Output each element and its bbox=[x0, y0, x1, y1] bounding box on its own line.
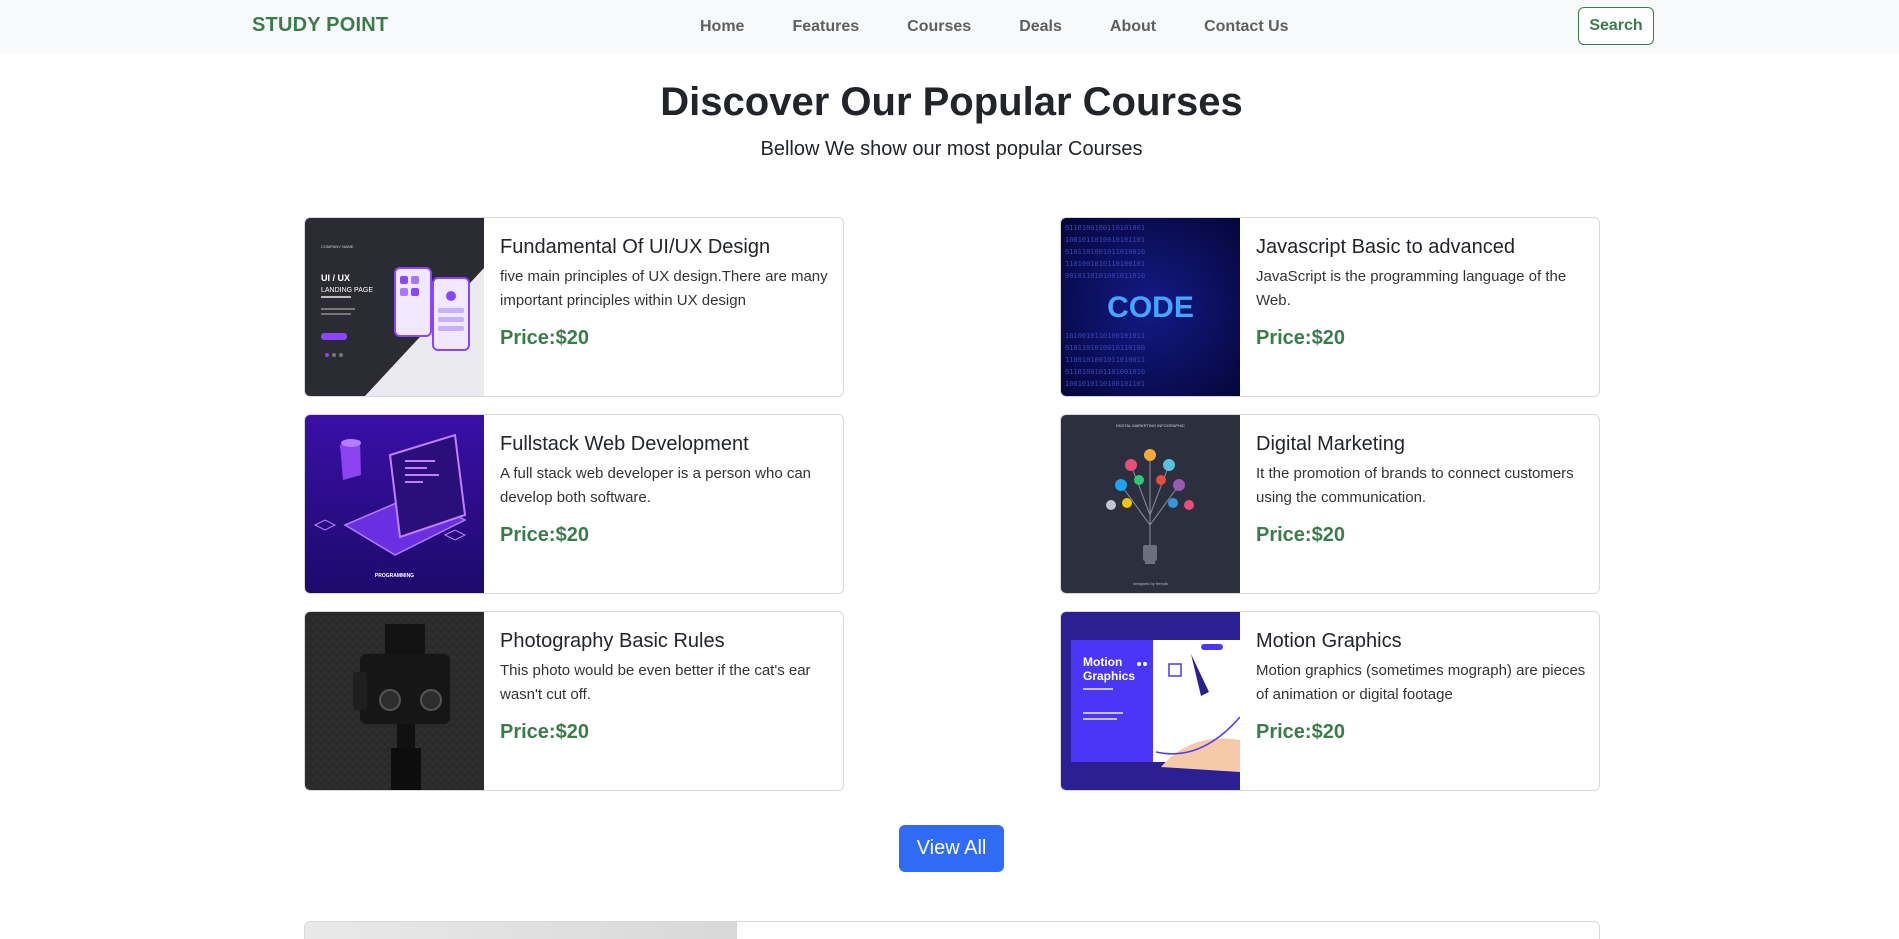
course-description: JavaScript is the programming language o… bbox=[1256, 268, 1567, 309]
course-card-photography[interactable]: Photography Basic Rules This photo would… bbox=[304, 611, 844, 791]
course-card-motion-graphics[interactable]: Motion Graphics Motion Graphics Motion g… bbox=[1060, 611, 1600, 791]
motion-graphics-hand-thumbnail: Motion Graphics bbox=[1061, 612, 1240, 790]
search-button[interactable]: Search bbox=[1578, 7, 1654, 45]
nav-link-home[interactable]: Home bbox=[700, 18, 744, 36]
page-title: Discover Our Popular Courses bbox=[660, 80, 1243, 124]
thumb-line2-text: Graphics bbox=[1083, 669, 1135, 683]
page-subtitle: Bellow We show our most popular Courses bbox=[760, 138, 1143, 160]
course-price: Price:$20 bbox=[1256, 327, 1345, 349]
isometric-laptop-thumbnail: PROGRAMMING bbox=[305, 415, 484, 593]
course-title[interactable]: Digital Marketing bbox=[1256, 431, 1586, 457]
course-card-javascript[interactable]: 0110100100110101001 1001011010010101101 … bbox=[1060, 217, 1600, 397]
thumb-line1-text: Motion bbox=[1083, 655, 1122, 669]
svg-text:1001011010010101101: 1001011010010101101 bbox=[1065, 236, 1145, 244]
course-description: A full stack web developer is a person w… bbox=[500, 465, 812, 506]
card-body: Fundamental Of UI/UX Design five main pr… bbox=[500, 234, 830, 350]
svg-text:1010010110100101011: 1010010110100101011 bbox=[1065, 332, 1145, 340]
next-section-card bbox=[304, 921, 1600, 939]
thumb-heading-text: UI / UX bbox=[321, 273, 350, 283]
nav-links: Home Features Courses Deals About Contac… bbox=[700, 0, 1337, 53]
course-card-digital-marketing[interactable]: DIGITAL MARKETING INFOGRAPHIC designed b… bbox=[1060, 414, 1600, 594]
nav-link-courses[interactable]: Courses bbox=[907, 18, 971, 36]
course-card-fullstack[interactable]: PROGRAMMING Fullstack Web Development A … bbox=[304, 414, 844, 594]
thumb-code-text: CODE bbox=[1107, 291, 1194, 324]
nav-link-features[interactable]: Features bbox=[792, 18, 859, 36]
nav-link-about[interactable]: About bbox=[1110, 18, 1156, 36]
course-price: Price:$20 bbox=[500, 721, 589, 743]
lightbulb-social-icons-thumbnail: DIGITAL MARKETING INFOGRAPHIC designed b… bbox=[1061, 415, 1240, 593]
thumb-caption: PROGRAMMING bbox=[375, 573, 414, 579]
card-body: Motion Graphics Motion graphics (sometim… bbox=[1256, 628, 1586, 744]
course-description: Motion graphics (sometimes mograph) are … bbox=[1256, 662, 1586, 703]
course-title[interactable]: Javascript Basic to advanced bbox=[1256, 234, 1586, 260]
svg-text:0101101010010110100: 0101101010010110100 bbox=[1065, 344, 1145, 352]
svg-text:0110100101101001010: 0110100101101001010 bbox=[1065, 368, 1145, 376]
course-title[interactable]: Fullstack Web Development bbox=[500, 431, 830, 457]
next-section-thumbnail bbox=[305, 922, 737, 939]
card-body: Javascript Basic to advanced JavaScript … bbox=[1256, 234, 1586, 350]
thumb-credit-text: designed by freepik bbox=[1133, 581, 1168, 586]
thumb-heading-text: DIGITAL MARKETING INFOGRAPHIC bbox=[1116, 423, 1185, 428]
camera-on-tripod-thumbnail bbox=[305, 612, 484, 790]
course-price: Price:$20 bbox=[1256, 721, 1345, 743]
course-price: Price:$20 bbox=[1256, 524, 1345, 546]
course-price: Price:$20 bbox=[500, 524, 589, 546]
course-description: five main principles of UX design.There … bbox=[500, 268, 828, 309]
card-body: Photography Basic Rules This photo would… bbox=[500, 628, 830, 744]
brand-logo[interactable]: STUDY POINT bbox=[252, 14, 388, 37]
view-all-button[interactable]: View All bbox=[899, 825, 1004, 872]
ui-ux-landing-page-thumbnail: COMPANY NAME UI / UX LANDING PAGE bbox=[305, 218, 484, 396]
svg-text:0101101001011010010: 0101101001011010010 bbox=[1065, 248, 1145, 256]
thumb-brand-text: COMPANY NAME bbox=[321, 244, 354, 249]
card-body: Fullstack Web Development A full stack w… bbox=[500, 431, 830, 547]
course-title[interactable]: Fundamental Of UI/UX Design bbox=[500, 234, 830, 260]
course-title[interactable]: Motion Graphics bbox=[1256, 628, 1586, 654]
svg-text:1001010110100101101: 1001010110100101101 bbox=[1065, 380, 1145, 388]
navbar: STUDY POINT Home Features Courses Deals … bbox=[0, 0, 1899, 53]
svg-text:0010110101001011010: 0010110101001011010 bbox=[1065, 272, 1145, 280]
course-description: This photo would be even better if the c… bbox=[500, 662, 811, 703]
svg-text:1101001010110100101: 1101001010110100101 bbox=[1065, 260, 1145, 268]
thumb-sub-text: LANDING PAGE bbox=[321, 287, 373, 294]
svg-text:1100101001011010011: 1100101001011010011 bbox=[1065, 356, 1145, 364]
nav-link-contact[interactable]: Contact Us bbox=[1204, 18, 1288, 36]
course-price: Price:$20 bbox=[500, 327, 589, 349]
card-body: Digital Marketing It the promotion of br… bbox=[1256, 431, 1586, 547]
course-description: It the promotion of brands to connect cu… bbox=[1256, 465, 1574, 506]
code-binary-thumbnail: 0110100100110101001 1001011010010101101 … bbox=[1061, 218, 1240, 396]
svg-text:0110100100110101001: 0110100100110101001 bbox=[1065, 224, 1145, 232]
nav-link-deals[interactable]: Deals bbox=[1019, 18, 1062, 36]
course-card-uiux[interactable]: COMPANY NAME UI / UX LANDING PAGE Fundam… bbox=[304, 217, 844, 397]
course-title[interactable]: Photography Basic Rules bbox=[500, 628, 830, 654]
